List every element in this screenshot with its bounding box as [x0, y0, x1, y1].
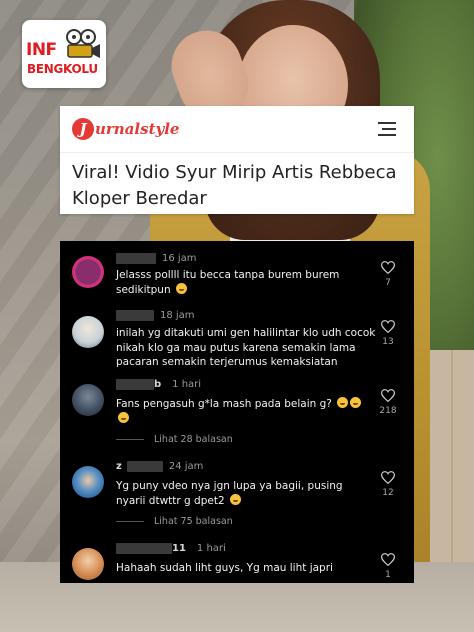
heart-icon [381, 553, 395, 566]
like-count: 13 [382, 337, 394, 347]
comment-time: 18 jam [160, 309, 195, 321]
divider [116, 521, 144, 522]
view-replies-link[interactable]: Lihat 28 balasan [116, 434, 233, 445]
username[interactable]: b [154, 379, 161, 390]
rofl-emoji [229, 493, 241, 505]
heart-icon [381, 320, 395, 333]
logo-text-info: INF [26, 40, 57, 60]
avatar[interactable] [72, 384, 104, 416]
article-header: J urnalstyle [60, 106, 414, 153]
username[interactable]: z [116, 461, 122, 472]
username[interactable]: 11 [172, 543, 186, 554]
view-replies-link[interactable]: Lihat 75 balasan [116, 516, 233, 527]
laughing-emoji [350, 397, 362, 408]
brand-initial: J [72, 118, 94, 140]
article-card[interactable]: J urnalstyle Viral! Vidio Syur Mirip Art… [60, 106, 414, 214]
logo-text-bengkulu: BENGKOLU [27, 62, 98, 76]
comment-text: Hahaah sudah liht guys, Yg mau liht japr… [116, 562, 333, 574]
comment-time: 1 hari [196, 542, 226, 554]
divider [116, 439, 144, 440]
laughing-emoji [118, 411, 129, 423]
info-bengkulu-logo: INF BENGKOLU [22, 20, 106, 88]
comment-time: 16 jam [162, 252, 197, 264]
heart-icon [381, 471, 395, 484]
comment-time: 1 hari [172, 378, 202, 390]
brand-name: urnalstyle [95, 120, 180, 138]
comment-text: Jelasss pollll itu becca tanpa burem bur… [116, 269, 340, 296]
view-replies-label: Lihat 28 balasan [154, 434, 233, 445]
redacted-username [116, 542, 172, 554]
like-count: 7 [385, 278, 391, 288]
comment-time: 24 jam [168, 460, 204, 472]
redacted-username [116, 309, 154, 321]
heart-icon [381, 389, 395, 402]
view-replies-label: Lihat 75 balasan [154, 516, 233, 527]
film-camera-icon [66, 29, 100, 58]
hamburger-menu-icon[interactable] [378, 121, 396, 137]
like-button[interactable]: 1 [378, 553, 398, 580]
avatar[interactable] [72, 316, 104, 348]
like-button[interactable]: 218 [378, 389, 398, 416]
heart-icon [381, 261, 395, 274]
comments-screenshot: 16 jam Jelasss pollll itu becca tanpa bu… [60, 241, 414, 583]
laughing-emoji [337, 397, 349, 408]
avatar[interactable] [72, 466, 104, 498]
grinning-sweat-emoji [175, 282, 187, 294]
comment-text: Fans pengasuh g*la mash pada belain g? [116, 397, 372, 426]
comment-text: inilah yg ditakuti umi gen halilintar kl… [116, 327, 376, 368]
like-count: 1 [385, 570, 391, 580]
like-count: 218 [379, 406, 397, 416]
redacted-username [126, 460, 163, 472]
redacted-username [116, 252, 156, 264]
jurnalstyle-logo[interactable]: J urnalstyle [72, 117, 179, 141]
like-button[interactable]: 13 [378, 320, 398, 347]
like-count: 12 [382, 488, 394, 498]
redacted-username [116, 378, 154, 390]
avatar[interactable] [72, 548, 104, 580]
comment-text: Yg puny vdeo nya jgn lupa ya bagii, pusi… [116, 480, 343, 507]
like-button[interactable]: 12 [378, 471, 398, 498]
article-headline[interactable]: Viral! Vidio Syur Mirip Artis Rebbeca Kl… [72, 160, 402, 212]
like-button[interactable]: 7 [378, 261, 398, 288]
avatar[interactable] [72, 256, 104, 288]
